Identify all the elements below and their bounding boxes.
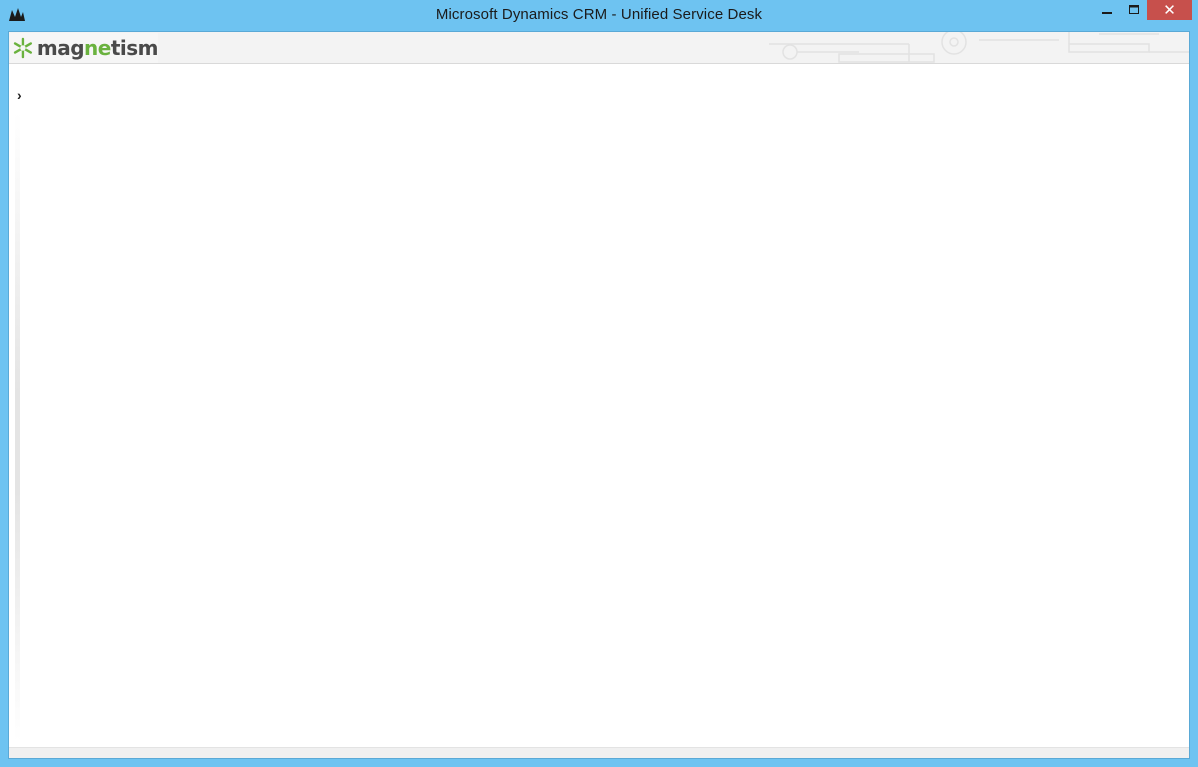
minimize-button[interactable]	[1094, 0, 1120, 20]
minimize-icon	[1102, 12, 1112, 14]
expand-panel-button[interactable]: ›	[17, 87, 22, 103]
close-button[interactable]: ✕	[1147, 0, 1192, 20]
close-icon: ✕	[1163, 2, 1176, 19]
title-bar[interactable]: Microsoft Dynamics CRM - Unified Service…	[0, 0, 1198, 30]
magnetism-logo: magnetism	[10, 33, 159, 63]
magnetism-logo-mark-icon	[13, 37, 33, 59]
client-area: magnetism ›	[8, 31, 1190, 759]
logo-text-part2: ne	[84, 36, 111, 60]
logo-text-part1: mag	[36, 36, 85, 60]
logo-text-part3: tism	[110, 36, 159, 60]
horizontal-scrollbar[interactable]	[9, 747, 1189, 758]
left-panel-edge	[15, 112, 20, 742]
window-title: Microsoft Dynamics CRM - Unified Service…	[435, 6, 763, 23]
maximize-button[interactable]	[1121, 0, 1147, 20]
logo-text: magnetism	[36, 36, 159, 60]
header-decoration	[769, 32, 1189, 63]
maximize-icon	[1129, 5, 1139, 14]
header-bar: magnetism	[9, 32, 1189, 64]
application-window: Microsoft Dynamics CRM - Unified Service…	[0, 0, 1198, 767]
